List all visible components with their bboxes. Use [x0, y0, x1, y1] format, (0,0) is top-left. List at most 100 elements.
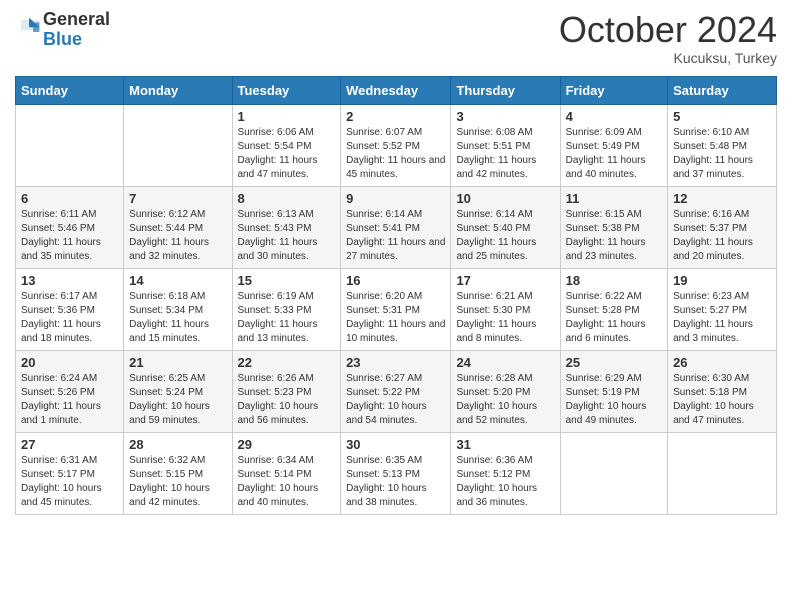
week-row-2: 13 Sunrise: 6:17 AMSunset: 5:36 PMDaylig… — [16, 268, 777, 350]
day-number: 27 — [21, 437, 118, 452]
day-cell-4-0: 27 Sunrise: 6:31 AMSunset: 5:17 PMDaylig… — [16, 432, 124, 514]
day-number: 13 — [21, 273, 118, 288]
day-cell-4-5 — [560, 432, 667, 514]
day-info: Sunrise: 6:10 AMSunset: 5:48 PMDaylight:… — [673, 127, 753, 180]
col-thursday: Thursday — [451, 76, 560, 104]
day-cell-4-6 — [668, 432, 777, 514]
day-cell-0-1 — [124, 104, 232, 186]
day-number: 23 — [346, 355, 445, 370]
day-number: 30 — [346, 437, 445, 452]
day-cell-0-4: 3 Sunrise: 6:08 AMSunset: 5:51 PMDayligh… — [451, 104, 560, 186]
day-number: 22 — [238, 355, 336, 370]
title-area: October 2024 Kucuksu, Turkey — [559, 10, 777, 66]
week-row-1: 6 Sunrise: 6:11 AMSunset: 5:46 PMDayligh… — [16, 186, 777, 268]
day-cell-3-0: 20 Sunrise: 6:24 AMSunset: 5:26 PMDaylig… — [16, 350, 124, 432]
day-info: Sunrise: 6:32 AMSunset: 5:15 PMDaylight:… — [129, 455, 210, 508]
day-cell-3-2: 22 Sunrise: 6:26 AMSunset: 5:23 PMDaylig… — [232, 350, 341, 432]
day-cell-2-3: 16 Sunrise: 6:20 AMSunset: 5:31 PMDaylig… — [341, 268, 451, 350]
day-cell-2-6: 19 Sunrise: 6:23 AMSunset: 5:27 PMDaylig… — [668, 268, 777, 350]
day-cell-4-2: 29 Sunrise: 6:34 AMSunset: 5:14 PMDaylig… — [232, 432, 341, 514]
logo-general-text: General — [43, 10, 110, 30]
day-cell-1-1: 7 Sunrise: 6:12 AMSunset: 5:44 PMDayligh… — [124, 186, 232, 268]
day-number: 15 — [238, 273, 336, 288]
week-row-3: 20 Sunrise: 6:24 AMSunset: 5:26 PMDaylig… — [16, 350, 777, 432]
day-info: Sunrise: 6:31 AMSunset: 5:17 PMDaylight:… — [21, 455, 102, 508]
day-number: 3 — [456, 109, 554, 124]
day-number: 2 — [346, 109, 445, 124]
day-number: 1 — [238, 109, 336, 124]
day-info: Sunrise: 6:26 AMSunset: 5:23 PMDaylight:… — [238, 373, 319, 426]
day-number: 31 — [456, 437, 554, 452]
day-number: 11 — [566, 191, 662, 206]
day-cell-1-3: 9 Sunrise: 6:14 AMSunset: 5:41 PMDayligh… — [341, 186, 451, 268]
day-cell-0-0 — [16, 104, 124, 186]
day-cell-3-1: 21 Sunrise: 6:25 AMSunset: 5:24 PMDaylig… — [124, 350, 232, 432]
day-cell-3-4: 24 Sunrise: 6:28 AMSunset: 5:20 PMDaylig… — [451, 350, 560, 432]
col-friday: Friday — [560, 76, 667, 104]
day-info: Sunrise: 6:09 AMSunset: 5:49 PMDaylight:… — [566, 127, 646, 180]
day-cell-1-0: 6 Sunrise: 6:11 AMSunset: 5:46 PMDayligh… — [16, 186, 124, 268]
day-number: 24 — [456, 355, 554, 370]
day-number: 5 — [673, 109, 771, 124]
col-sunday: Sunday — [16, 76, 124, 104]
logo: General Blue — [15, 10, 110, 50]
day-info: Sunrise: 6:28 AMSunset: 5:20 PMDaylight:… — [456, 373, 537, 426]
day-info: Sunrise: 6:14 AMSunset: 5:40 PMDaylight:… — [456, 209, 536, 262]
day-number: 18 — [566, 273, 662, 288]
day-number: 10 — [456, 191, 554, 206]
day-info: Sunrise: 6:11 AMSunset: 5:46 PMDaylight:… — [21, 209, 101, 262]
day-number: 17 — [456, 273, 554, 288]
day-info: Sunrise: 6:17 AMSunset: 5:36 PMDaylight:… — [21, 291, 101, 344]
header: General Blue October 2024 Kucuksu, Turke… — [15, 10, 777, 66]
day-cell-2-1: 14 Sunrise: 6:18 AMSunset: 5:34 PMDaylig… — [124, 268, 232, 350]
day-info: Sunrise: 6:36 AMSunset: 5:12 PMDaylight:… — [456, 455, 537, 508]
day-number: 9 — [346, 191, 445, 206]
day-info: Sunrise: 6:29 AMSunset: 5:19 PMDaylight:… — [566, 373, 647, 426]
day-number: 21 — [129, 355, 226, 370]
day-info: Sunrise: 6:15 AMSunset: 5:38 PMDaylight:… — [566, 209, 646, 262]
logo-blue-text: Blue — [43, 30, 110, 50]
day-cell-3-3: 23 Sunrise: 6:27 AMSunset: 5:22 PMDaylig… — [341, 350, 451, 432]
day-cell-2-5: 18 Sunrise: 6:22 AMSunset: 5:28 PMDaylig… — [560, 268, 667, 350]
day-number: 25 — [566, 355, 662, 370]
day-info: Sunrise: 6:22 AMSunset: 5:28 PMDaylight:… — [566, 291, 646, 344]
day-number: 12 — [673, 191, 771, 206]
day-cell-1-4: 10 Sunrise: 6:14 AMSunset: 5:40 PMDaylig… — [451, 186, 560, 268]
day-number: 16 — [346, 273, 445, 288]
day-info: Sunrise: 6:21 AMSunset: 5:30 PMDaylight:… — [456, 291, 536, 344]
day-info: Sunrise: 6:12 AMSunset: 5:44 PMDaylight:… — [129, 209, 209, 262]
day-info: Sunrise: 6:20 AMSunset: 5:31 PMDaylight:… — [346, 291, 445, 344]
day-number: 4 — [566, 109, 662, 124]
day-cell-4-1: 28 Sunrise: 6:32 AMSunset: 5:15 PMDaylig… — [124, 432, 232, 514]
day-info: Sunrise: 6:07 AMSunset: 5:52 PMDaylight:… — [346, 127, 445, 180]
col-tuesday: Tuesday — [232, 76, 341, 104]
day-number: 19 — [673, 273, 771, 288]
day-cell-1-5: 11 Sunrise: 6:15 AMSunset: 5:38 PMDaylig… — [560, 186, 667, 268]
day-info: Sunrise: 6:35 AMSunset: 5:13 PMDaylight:… — [346, 455, 427, 508]
day-info: Sunrise: 6:18 AMSunset: 5:34 PMDaylight:… — [129, 291, 209, 344]
day-info: Sunrise: 6:08 AMSunset: 5:51 PMDaylight:… — [456, 127, 536, 180]
day-number: 14 — [129, 273, 226, 288]
day-cell-4-4: 31 Sunrise: 6:36 AMSunset: 5:12 PMDaylig… — [451, 432, 560, 514]
calendar-table: Sunday Monday Tuesday Wednesday Thursday… — [15, 76, 777, 515]
col-monday: Monday — [124, 76, 232, 104]
day-cell-4-3: 30 Sunrise: 6:35 AMSunset: 5:13 PMDaylig… — [341, 432, 451, 514]
day-cell-0-2: 1 Sunrise: 6:06 AMSunset: 5:54 PMDayligh… — [232, 104, 341, 186]
day-number: 26 — [673, 355, 771, 370]
page: General Blue October 2024 Kucuksu, Turke… — [0, 0, 792, 612]
day-cell-2-4: 17 Sunrise: 6:21 AMSunset: 5:30 PMDaylig… — [451, 268, 560, 350]
day-number: 29 — [238, 437, 336, 452]
day-number: 6 — [21, 191, 118, 206]
day-cell-3-5: 25 Sunrise: 6:29 AMSunset: 5:19 PMDaylig… — [560, 350, 667, 432]
day-info: Sunrise: 6:27 AMSunset: 5:22 PMDaylight:… — [346, 373, 427, 426]
day-info: Sunrise: 6:13 AMSunset: 5:43 PMDaylight:… — [238, 209, 318, 262]
day-number: 20 — [21, 355, 118, 370]
logo-icon — [17, 16, 41, 36]
week-row-0: 1 Sunrise: 6:06 AMSunset: 5:54 PMDayligh… — [16, 104, 777, 186]
day-cell-1-2: 8 Sunrise: 6:13 AMSunset: 5:43 PMDayligh… — [232, 186, 341, 268]
day-cell-2-0: 13 Sunrise: 6:17 AMSunset: 5:36 PMDaylig… — [16, 268, 124, 350]
day-number: 8 — [238, 191, 336, 206]
day-info: Sunrise: 6:24 AMSunset: 5:26 PMDaylight:… — [21, 373, 101, 426]
day-info: Sunrise: 6:30 AMSunset: 5:18 PMDaylight:… — [673, 373, 754, 426]
day-info: Sunrise: 6:19 AMSunset: 5:33 PMDaylight:… — [238, 291, 318, 344]
